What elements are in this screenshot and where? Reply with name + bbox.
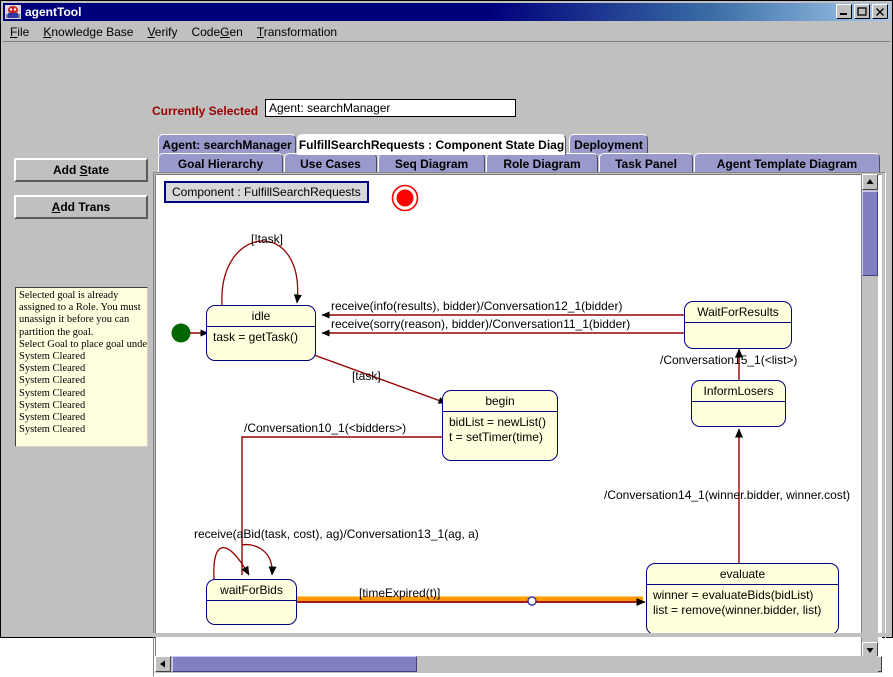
edge-begin-waitbids xyxy=(241,436,442,575)
app-icon xyxy=(5,5,21,19)
menu-bar: File Knowledge Base Verify CodeGen Trans… xyxy=(3,23,890,42)
tab-label: FulfillSearchRequests : Component State … xyxy=(298,138,565,152)
state-informlosers[interactable]: InformLosers xyxy=(691,380,786,427)
menu-knowledge-base[interactable]: Knowledge Base xyxy=(36,24,140,40)
tab-agent-searchmanager[interactable]: Agent: searchManager xyxy=(158,134,296,154)
currently-selected-label: Currently Selected xyxy=(152,104,259,118)
log-line: System Cleared xyxy=(19,363,86,375)
state-begin[interactable]: begin bidList = newList() t = setTimer(t… xyxy=(442,390,558,461)
edge-label-sorry-idle[interactable]: receive(sorry(reason), bidder)/Conversat… xyxy=(331,317,630,331)
log-line: System Cleared xyxy=(19,375,86,387)
state-name: begin xyxy=(485,394,515,408)
edge-label-begin-waitbids[interactable]: /Conversation10_1(<bidders>) xyxy=(244,421,406,435)
horizontal-scrollbar[interactable] xyxy=(155,656,882,673)
tab-task-panel[interactable]: Task Panel xyxy=(599,153,693,173)
system-log-panel[interactable]: Selected goal is already assigned to a R… xyxy=(15,287,148,447)
tab-agent-template-diagram[interactable]: Agent Template Diagram xyxy=(694,153,880,173)
log-line: Selected goal is already assigned to a R… xyxy=(19,290,141,338)
scrollbar-corner xyxy=(861,656,878,673)
edge-waitbids-evaluate-selected xyxy=(297,596,646,606)
state-name: evaluate xyxy=(719,567,766,581)
tab-label: Use Cases xyxy=(300,156,361,171)
menu-transformation[interactable]: Transformation xyxy=(250,24,344,40)
log-line: System Cleared xyxy=(19,412,86,424)
menu-codegen[interactable]: CodeGen xyxy=(184,24,249,40)
tab-label: Deployment xyxy=(574,137,643,152)
initial-state-marker xyxy=(171,323,209,343)
tab-seq-diagram[interactable]: Seq Diagram xyxy=(378,153,485,173)
menu-verify[interactable]: Verify xyxy=(140,24,184,40)
application-window: agentTool File Knowledge Base Verify Cod… xyxy=(0,0,893,677)
state-idle[interactable]: idle task = getTask() xyxy=(206,305,316,361)
final-state-marker xyxy=(391,184,419,212)
state-name: idle xyxy=(251,309,271,323)
edge-label-evaluate-informlosers[interactable]: /Conversation14_1(winner.bidder, winner.… xyxy=(604,488,850,502)
state-name: waitForBids xyxy=(220,583,283,597)
vertical-scrollbar[interactable] xyxy=(861,174,878,658)
tab-goal-hierarchy[interactable]: Goal Hierarchy xyxy=(158,153,283,173)
edge-label-waitbids-self[interactable]: receive(aBid(task, cost), ag)/Conversati… xyxy=(194,527,479,541)
tab-label: Agent: searchManager xyxy=(162,137,292,152)
add-trans-button[interactable]: Add Trans xyxy=(14,195,148,219)
state-action: winner = evaluateBids(bidList) xyxy=(653,588,814,602)
state-action: bidList = newList() xyxy=(449,415,547,429)
tab-role-diagram[interactable]: Role Diagram xyxy=(486,153,598,173)
tab-fulfillsearchrequests[interactable]: FulfillSearchRequests : Component State … xyxy=(297,134,566,155)
edge-idle-self xyxy=(221,240,302,306)
tab-label: Task Panel xyxy=(615,156,677,171)
log-line: Select Goal to place goal under xyxy=(19,338,148,350)
status-bar xyxy=(3,633,890,637)
horizontal-scrollbar-thumb[interactable] xyxy=(172,656,417,672)
tab-row-top: Agent: searchManager FulfillSearchReques… xyxy=(3,134,890,155)
currently-selected-input[interactable] xyxy=(265,99,516,117)
state-actions xyxy=(692,402,785,420)
title-bar: agentTool xyxy=(3,3,890,21)
edge-label-results-idle[interactable]: receive(info(results), bidder)/Conversat… xyxy=(331,299,622,313)
main-content: Currently Selected Add State Add Trans S… xyxy=(3,43,890,677)
edge-waitbids-self-a xyxy=(213,547,250,580)
log-line: System Cleared xyxy=(19,424,86,436)
scroll-left-button[interactable] xyxy=(155,656,171,672)
edge-label-idle-begin[interactable]: [task] xyxy=(352,369,381,383)
close-button[interactable] xyxy=(872,4,888,19)
state-name: WaitForResults xyxy=(697,305,779,319)
maximize-button[interactable] xyxy=(854,4,870,19)
menu-file[interactable]: File xyxy=(3,24,36,40)
edge-label-idle-self[interactable]: [!task] xyxy=(251,232,283,246)
edge-label-waitbids-evaluate[interactable]: [timeExpired(t)] xyxy=(359,586,440,600)
tab-use-cases[interactable]: Use Cases xyxy=(284,153,377,173)
log-line: System Cleared xyxy=(19,387,86,399)
tab-row-bottom: Goal Hierarchy Use Cases Seq Diagram Rol… xyxy=(3,153,890,173)
tab-deployment[interactable]: Deployment xyxy=(569,134,648,154)
state-actions xyxy=(207,601,296,620)
edge-label-informlosers-waitresults[interactable]: /Conversation15_1(<list>) xyxy=(660,353,797,367)
state-name: InformLosers xyxy=(703,384,774,398)
state-actions xyxy=(685,323,791,342)
window-title: agentTool xyxy=(25,5,82,19)
tab-label: Role Diagram xyxy=(503,156,581,171)
state-waitforresults[interactable]: WaitForResults xyxy=(684,301,792,349)
state-diagram-canvas[interactable]: Component : FulfillSearchRequests idle t… xyxy=(156,175,861,637)
tab-label: Seq Diagram xyxy=(394,156,469,171)
add-trans-label: Add Trans xyxy=(51,200,111,214)
log-line: System Cleared xyxy=(19,351,86,363)
diagram-scroll-area[interactable]: Component : FulfillSearchRequests idle t… xyxy=(155,174,882,658)
state-action: t = setTimer(time) xyxy=(449,430,543,444)
state-evaluate[interactable]: evaluate winner = evaluateBids(bidList) … xyxy=(646,563,839,635)
log-line: System Cleared xyxy=(19,399,86,411)
tab-label: Goal Hierarchy xyxy=(177,156,264,171)
state-actions: task = getTask() xyxy=(213,330,299,344)
tab-label: Agent Template Diagram xyxy=(716,156,858,171)
vertical-scrollbar-thumb[interactable] xyxy=(862,191,878,276)
window-controls xyxy=(836,4,888,19)
minimize-button[interactable] xyxy=(836,4,852,19)
state-action: list = remove(winner.bidder, list) xyxy=(653,603,822,617)
scroll-up-button[interactable] xyxy=(862,174,878,190)
state-waitforbids[interactable]: waitForBids xyxy=(206,579,297,625)
